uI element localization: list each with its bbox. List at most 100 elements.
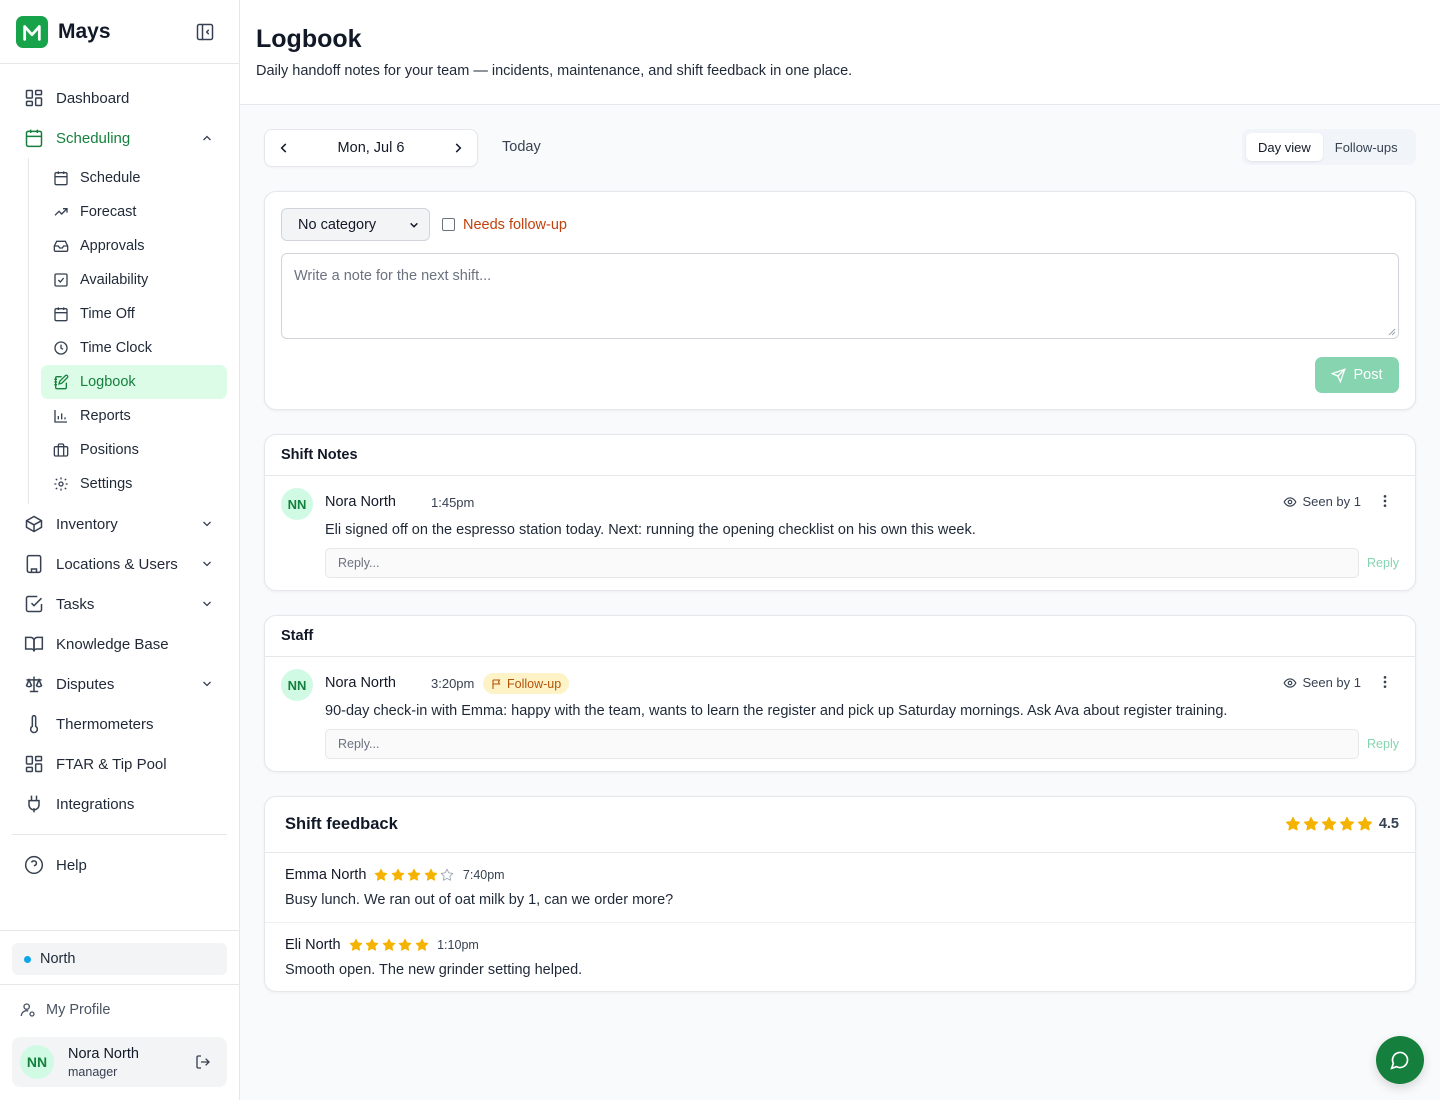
- sidebar-item-time-off[interactable]: Time Off: [41, 297, 227, 331]
- sidebar-item-integrations[interactable]: Integrations: [0, 784, 239, 824]
- more-options-icon[interactable]: [1377, 674, 1393, 690]
- sidebar-item-schedule[interactable]: Schedule: [41, 161, 227, 195]
- sidebar-item-forecast[interactable]: Forecast: [41, 195, 227, 229]
- sidebar-item-disputes[interactable]: Disputes: [0, 664, 239, 704]
- category-select[interactable]: No category: [281, 208, 430, 241]
- user-name: Nora North: [68, 1045, 139, 1062]
- sidebar-item-availability[interactable]: Availability: [41, 263, 227, 297]
- current-date[interactable]: Mon, Jul 6: [338, 140, 405, 156]
- note-textarea[interactable]: Write a note for the next shift...: [281, 253, 1399, 339]
- star-rating: [349, 938, 432, 952]
- send-icon: [1331, 367, 1347, 383]
- sidebar-item-label: Positions: [80, 442, 139, 458]
- sidebar: Mays Dashboard Scheduling Schedule Forec…: [0, 0, 240, 1100]
- needs-followup-label[interactable]: Needs follow-up: [463, 217, 567, 233]
- user-role: manager: [68, 1064, 118, 1079]
- sidebar-item-label: Inventory: [56, 515, 118, 533]
- chat-button[interactable]: [1376, 1036, 1424, 1084]
- box-icon: [24, 514, 44, 534]
- date-navigator: Mon, Jul 6: [264, 129, 478, 167]
- help-icon: [24, 855, 44, 875]
- section-title: Shift feedback: [285, 815, 398, 833]
- grid-icon: [24, 754, 44, 774]
- chevron-up-icon[interactable]: [201, 132, 213, 144]
- sidebar-item-logbook[interactable]: Logbook: [41, 365, 227, 399]
- chevron-down-icon[interactable]: [201, 518, 213, 530]
- calendar-icon: [24, 128, 44, 148]
- app-logo-icon[interactable]: [16, 15, 48, 48]
- collapse-sidebar-icon[interactable]: [195, 22, 215, 42]
- avatar: NN: [281, 669, 313, 701]
- note-time: 3:20pm: [431, 676, 475, 691]
- needs-followup-checkbox[interactable]: [442, 218, 455, 231]
- reply-input[interactable]: Reply...: [325, 548, 1359, 578]
- sidebar-item-label: Schedule: [80, 170, 141, 186]
- sidebar-item-locations-users[interactable]: Locations & Users: [0, 544, 239, 584]
- note-item: NN Nora North 1:45pm Seen by 1 Eli signe…: [265, 476, 1415, 591]
- chevron-right-icon[interactable]: [451, 141, 465, 155]
- seen-by[interactable]: Seen by 1: [1283, 675, 1361, 690]
- note-time: 1:45pm: [431, 495, 475, 510]
- chevron-down-icon[interactable]: [201, 558, 213, 570]
- eye-icon: [1283, 495, 1297, 509]
- location-selector[interactable]: North: [12, 943, 227, 975]
- sidebar-item-knowledge-base[interactable]: Knowledge Base: [0, 624, 239, 664]
- sidebar-item-dashboard[interactable]: Dashboard: [0, 78, 239, 118]
- star-filled-icon: [382, 938, 395, 951]
- shift-feedback-section: Shift feedback 4.5 Emma North 7:40pm Bus…: [264, 796, 1416, 992]
- page-header: Logbook Daily handoff notes for your tea…: [240, 0, 1440, 105]
- brand: Mays: [0, 0, 239, 64]
- reply-button[interactable]: Reply: [1367, 556, 1399, 570]
- sidebar-item-help[interactable]: Help: [0, 845, 239, 885]
- sidebar-item-reports[interactable]: Reports: [41, 399, 227, 433]
- reply-input[interactable]: Reply...: [325, 729, 1359, 759]
- divider: [0, 930, 239, 931]
- sidebar-item-settings[interactable]: Settings: [41, 467, 227, 501]
- follow-ups-tab[interactable]: Follow-ups: [1323, 133, 1410, 161]
- sidebar-item-label: Forecast: [80, 204, 137, 220]
- avatar: NN: [20, 1045, 54, 1079]
- post-button[interactable]: Post: [1315, 357, 1399, 393]
- feedback-text: Smooth open. The new grinder setting hel…: [285, 962, 583, 978]
- user-cog-icon: [20, 1002, 36, 1018]
- chevron-down-icon[interactable]: [201, 678, 213, 690]
- feedback-author: Emma North: [285, 867, 367, 883]
- sidebar-item-positions[interactable]: Positions: [41, 433, 227, 467]
- chevron-left-icon[interactable]: [277, 141, 291, 155]
- sidebar-item-label: Time Off: [80, 306, 135, 322]
- toolbar: Mon, Jul 6 Today Day view Follow-ups: [264, 129, 1416, 167]
- dashboard-icon: [24, 88, 44, 108]
- seen-by[interactable]: Seen by 1: [1283, 494, 1361, 509]
- chevron-down-icon[interactable]: [201, 598, 213, 610]
- chevron-down-icon: [409, 220, 419, 230]
- more-options-icon[interactable]: [1377, 493, 1393, 509]
- star-filled-icon: [349, 938, 362, 951]
- sidebar-item-label: Approvals: [80, 238, 145, 254]
- star-filled-icon: [408, 868, 421, 881]
- note-text: 90-day check-in with Emma: happy with th…: [325, 703, 1228, 719]
- today-button[interactable]: Today: [502, 139, 541, 155]
- sidebar-item-label: Disputes: [56, 675, 115, 693]
- resize-handle-icon[interactable]: [1388, 328, 1396, 336]
- sidebar-item-thermometers[interactable]: Thermometers: [0, 704, 239, 744]
- star-filled-icon: [365, 938, 379, 951]
- eye-icon: [1283, 676, 1297, 690]
- logout-icon[interactable]: [195, 1054, 211, 1070]
- day-view-tab[interactable]: Day view: [1246, 133, 1323, 161]
- sidebar-item-approvals[interactable]: Approvals: [41, 229, 227, 263]
- reply-button[interactable]: Reply: [1367, 737, 1399, 751]
- sidebar-item-ftar-tip-pool[interactable]: FTAR & Tip Pool: [0, 744, 239, 784]
- sidebar-item-label: Locations & Users: [56, 555, 178, 573]
- sidebar-item-label: Tasks: [56, 595, 95, 613]
- building-icon: [24, 554, 44, 574]
- sidebar-item-scheduling[interactable]: Scheduling: [0, 118, 239, 158]
- sidebar-item-tasks[interactable]: Tasks: [0, 584, 239, 624]
- sidebar-item-inventory[interactable]: Inventory: [0, 504, 239, 544]
- sidebar-item-label: Reports: [80, 408, 131, 424]
- thermometer-icon: [24, 714, 44, 734]
- feedback-text: Busy lunch. We ran out of oat milk by 1,…: [285, 892, 674, 908]
- my-profile-link[interactable]: My Profile: [20, 1002, 110, 1018]
- sidebar-item-time-clock[interactable]: Time Clock: [41, 331, 227, 365]
- scale-icon: [24, 674, 44, 694]
- star-filled-icon: [1321, 816, 1336, 831]
